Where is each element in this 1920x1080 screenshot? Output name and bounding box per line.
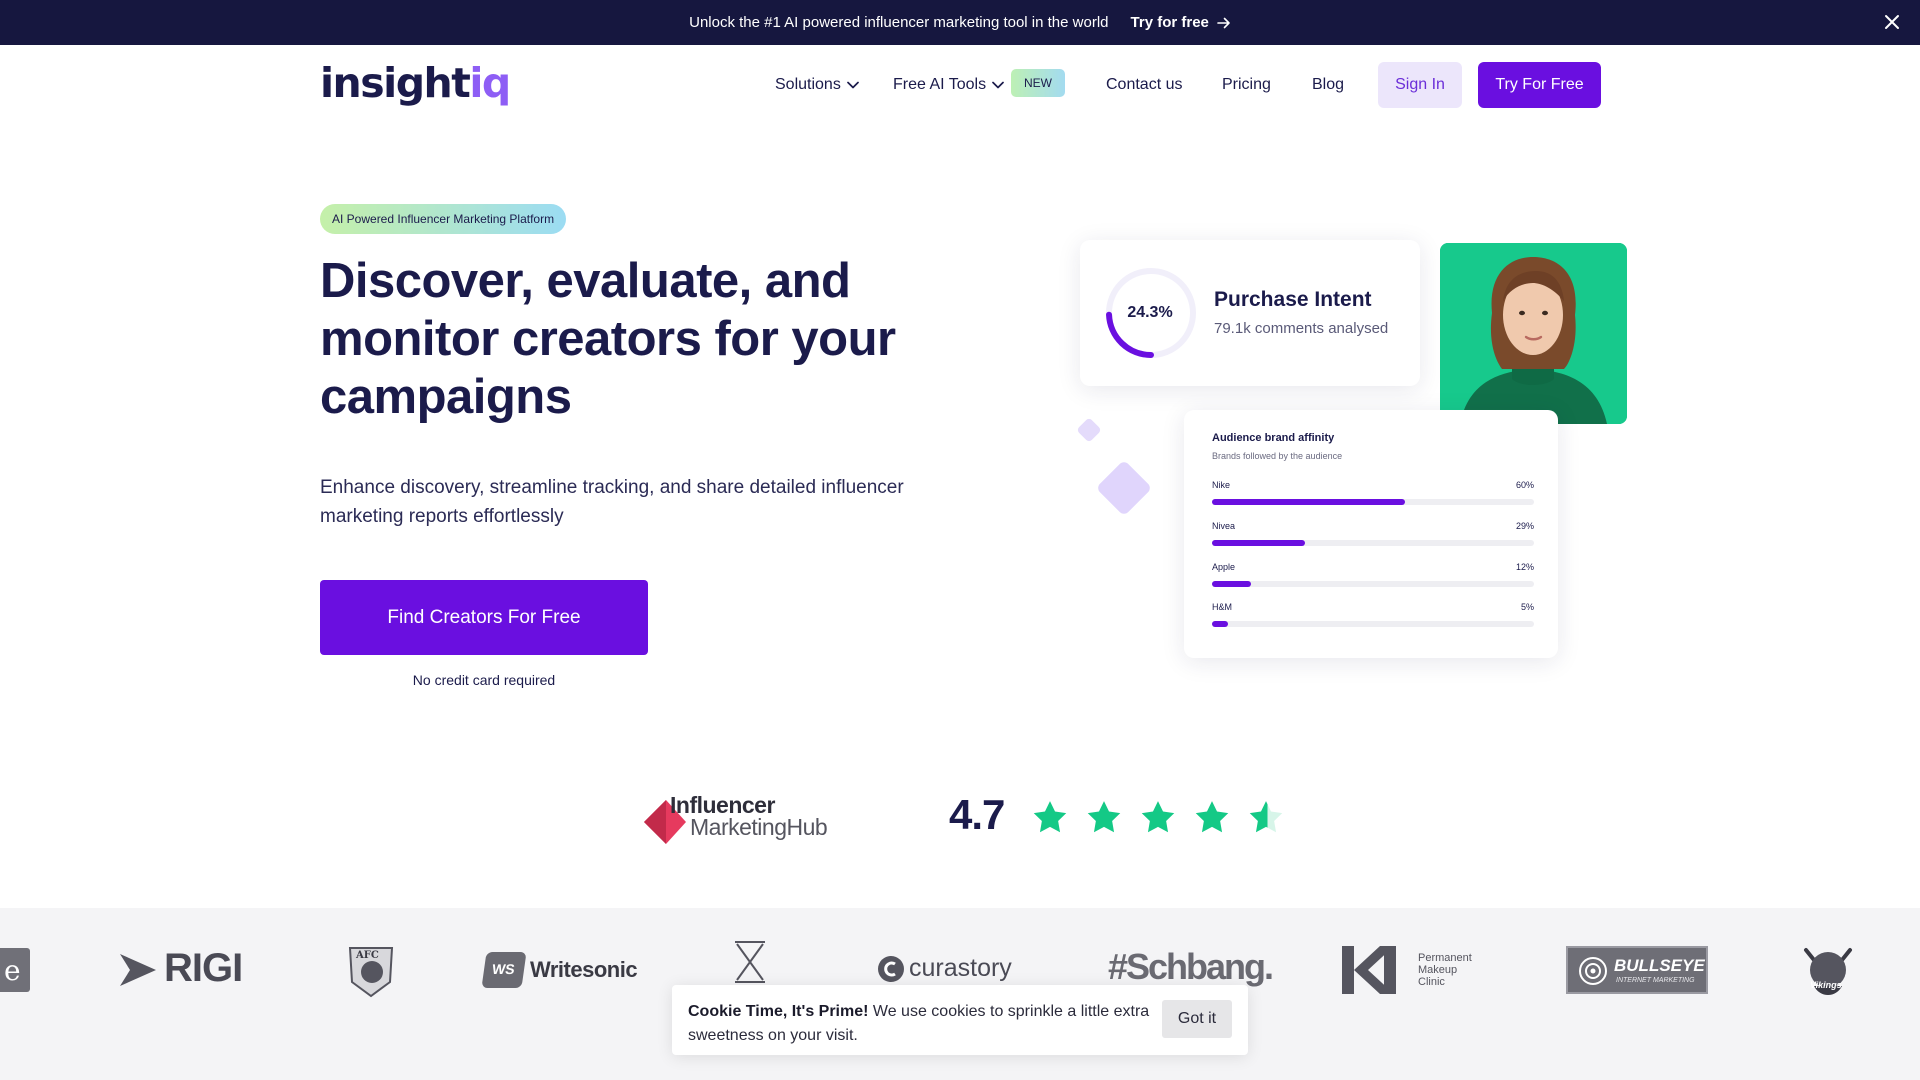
pmc-line2: Makeup	[1418, 964, 1458, 976]
curastory-mark-icon	[878, 956, 904, 982]
announcement-try-link[interactable]: Try for free	[1131, 14, 1231, 31]
affinity-row-hm: H&M 5%	[1212, 602, 1534, 632]
cookie-title: Cookie Time, It's Prime!	[688, 1003, 869, 1020]
logo-writesonic-text: Writesonic	[530, 957, 638, 982]
imh-line2: MarketingHub	[690, 814, 828, 840]
affinity-brand-name: H&M	[1212, 602, 1232, 612]
decorative-diamond-large	[1095, 459, 1153, 517]
hero-subtitle: Enhance discovery, streamline tracking, …	[320, 477, 904, 527]
partial-logo-left: e	[0, 948, 30, 992]
sign-in-button[interactable]: Sign In	[1378, 62, 1462, 108]
logo-curastory-text: curastory	[909, 954, 1012, 982]
nav-free-ai-tools-label: Free AI Tools	[893, 76, 987, 93]
affinity-brand-name: Nike	[1212, 480, 1231, 490]
nav-contact[interactable]: Contact us	[1106, 76, 1182, 94]
affinity-bar-track	[1212, 499, 1534, 505]
writesonic-mark-text: WS	[491, 961, 516, 977]
rating-score: 4.7	[949, 791, 1005, 838]
logo-afc-text: AFC	[356, 950, 379, 961]
affinity-brand-name: Apple	[1212, 562, 1236, 572]
logo-bullseye-sub: INTERNET MARKETING	[1616, 977, 1695, 984]
try-for-free-button[interactable]: Try For Free	[1478, 62, 1601, 108]
pmc-line1: Permanent	[1418, 952, 1472, 964]
hero-title: Discover, evaluate, and monitor creators…	[320, 254, 896, 424]
logo-vikings: Vikings	[1800, 942, 1856, 1000]
logo-rigi-text: RIGI	[164, 946, 243, 990]
logo-schbang-text: #Schbang.	[1108, 946, 1274, 987]
affinity-brand-percent: 60%	[1515, 480, 1534, 490]
nav-blog[interactable]: Blog	[1312, 76, 1344, 94]
affinity-brand-percent: 5%	[1520, 602, 1534, 612]
logo-main: insight	[320, 59, 471, 107]
announcement-message: Unlock the #1 AI powered influencer mark…	[689, 14, 1109, 31]
pmc-line3: Clinic	[1418, 976, 1445, 988]
pmc-mark-icon	[1342, 946, 1396, 994]
star-half-icon	[1249, 801, 1283, 833]
affinity-bar-track	[1212, 621, 1534, 627]
rigi-mark-icon	[120, 954, 156, 986]
purchase-intent-title: Purchase Intent	[1214, 288, 1372, 311]
affinity-row-apple: Apple 12%	[1212, 562, 1534, 592]
new-badge: NEW	[1011, 69, 1065, 97]
chevron-down-icon	[992, 81, 1004, 89]
announcement-try-label: Try for free	[1130, 14, 1209, 31]
brand-affinity-subtitle: Brands followed by the audience	[1212, 451, 1343, 461]
nav-pricing[interactable]: Pricing	[1222, 76, 1271, 94]
logo-bullseye-text: BULLSEYE	[1614, 956, 1705, 975]
k-mark-icon	[735, 941, 765, 983]
nav-solutions-label: Solutions	[775, 76, 841, 93]
purchase-intent-subtitle: 79.1k comments analysed	[1214, 320, 1389, 337]
affinity-bar-track	[1212, 581, 1534, 587]
affinity-row-nivea: Nivea 29%	[1212, 521, 1534, 551]
nav-free-ai-tools[interactable]: Free AI Tools	[893, 76, 1004, 94]
close-icon[interactable]	[1882, 12, 1902, 32]
creator-portrait-image	[1440, 243, 1627, 424]
affinity-bar-fill	[1212, 581, 1251, 587]
cookie-message: Cookie Time, It's Prime! We use cookies …	[688, 1000, 1158, 1048]
brand-affinity-card: Audience brand affinity Brands followed …	[1184, 410, 1558, 658]
affinity-brand-name: Nivea	[1212, 521, 1236, 531]
logo-schbang: #Schbang.	[1108, 946, 1274, 988]
affinity-brand-percent: 29%	[1515, 521, 1534, 531]
rating-stars	[1032, 800, 1284, 834]
hero-pill: AI Powered Influencer Marketing Platform	[320, 204, 567, 234]
star-icon	[1087, 801, 1121, 833]
find-creators-button[interactable]: Find Creators For Free	[320, 580, 648, 655]
bullseye-mark-icon	[1579, 957, 1607, 985]
affinity-brand-percent: 12%	[1515, 562, 1534, 572]
insightiq-logo[interactable]: insightiq	[320, 59, 511, 107]
nav-pricing-label: Pricing	[1222, 76, 1271, 93]
creator-photo	[1440, 243, 1627, 424]
decorative-diamond-small	[1076, 417, 1102, 443]
logo-k-mark	[733, 940, 767, 989]
star-icon	[1033, 801, 1067, 833]
purchase-intent-card: 24.3% Purchase Intent 79.1k comments ana…	[1080, 240, 1420, 386]
logo-accent: iq	[469, 59, 511, 107]
writesonic-mark-icon: WS	[481, 952, 527, 988]
announcement-bar: Unlock the #1 AI powered influencer mark…	[0, 0, 1920, 45]
site-header: insightiq Solutions Free AI Tools NEW Co…	[0, 45, 1920, 123]
affinity-bar-fill	[1212, 540, 1306, 546]
no-credit-card-note: No credit card required	[412, 672, 556, 688]
nav-solutions[interactable]: Solutions	[775, 76, 859, 94]
nav-contact-label: Contact us	[1106, 76, 1183, 93]
star-icon	[1141, 801, 1175, 833]
cookie-banner: Cookie Time, It's Prime! We use cookies …	[672, 985, 1248, 1055]
got-it-button[interactable]: Got it	[1162, 1000, 1232, 1038]
vikings-crest-icon	[1804, 948, 1852, 995]
logo-bullseye: BULLSEYE INTERNET MARKETING	[1566, 946, 1708, 994]
brand-affinity-title: Audience brand affinity	[1212, 432, 1335, 444]
affinity-bar-track	[1212, 540, 1534, 546]
nav-blog-label: Blog	[1312, 76, 1345, 93]
logo-vikings-text: Vikings	[1810, 980, 1842, 990]
purchase-intent-percent: 24.3%	[1127, 304, 1173, 321]
arrow-right-icon	[1217, 17, 1230, 28]
affinity-bar-fill	[1212, 621, 1229, 627]
logo-afc: AFC	[342, 942, 400, 1000]
star-icon	[1195, 801, 1229, 833]
chevron-down-icon	[846, 81, 859, 89]
influencer-marketing-hub-logo: Influencer MarketingHub	[644, 792, 844, 844]
affinity-row-nike: Nike 60%	[1212, 480, 1534, 510]
affinity-bar-fill	[1212, 499, 1406, 505]
